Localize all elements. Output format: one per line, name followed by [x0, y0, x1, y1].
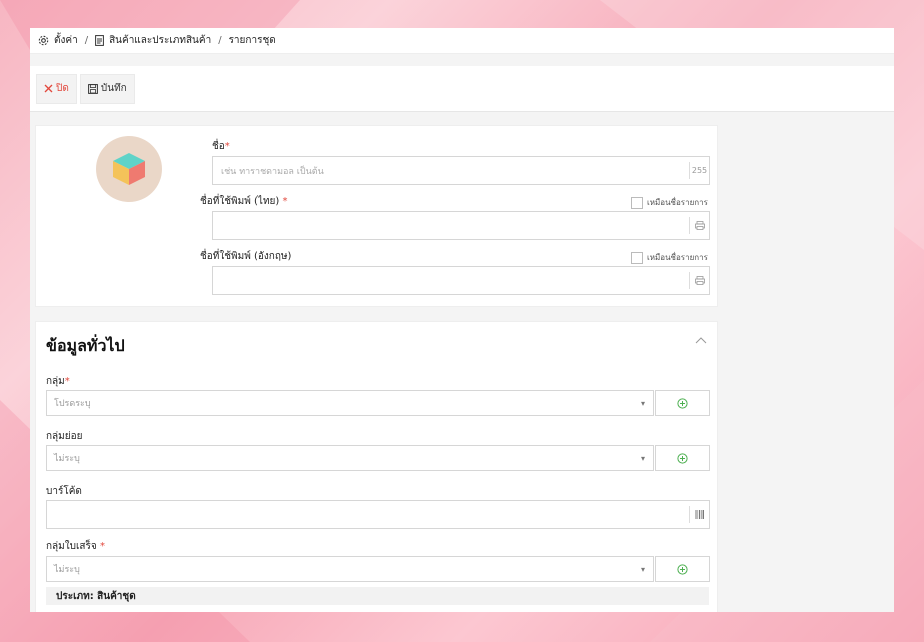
print-name-th-label: ชื่อที่ใช้พิมพ์ (ไทย) * — [200, 196, 288, 207]
chevron-up-icon[interactable] — [695, 336, 707, 344]
breadcrumb-separator: / — [84, 35, 89, 46]
caret-down-icon: ▾ — [640, 565, 645, 574]
breadcrumb-products[interactable]: สินค้าและประเภทสินค้า — [109, 33, 211, 48]
printer-icon — [689, 272, 709, 289]
group-label: กลุ่ม* — [46, 376, 70, 387]
breadcrumb: ตั้งค่า / สินค้าและประเภทสินค้า / รายการ… — [30, 28, 894, 54]
same-as-name-th-checkbox[interactable]: เหมือนชื่อรายการ — [631, 196, 708, 209]
print-name-th-input[interactable] — [212, 211, 710, 240]
print-name-en-input[interactable] — [212, 266, 710, 295]
barcode-input[interactable] — [46, 500, 710, 529]
save-button-label: บันทึก — [100, 83, 127, 94]
floppy-disk-icon — [87, 83, 98, 94]
subgroup-label: กลุ่มย่อย — [46, 431, 83, 442]
product-image-avatar[interactable] — [96, 136, 162, 202]
breadcrumb-separator: / — [218, 35, 222, 46]
caret-down-icon: ▾ — [640, 399, 645, 408]
toolbar: ปิด บันทึก — [30, 66, 894, 112]
name-label: ชื่อ* — [212, 141, 230, 152]
general-info-card: ข้อมูลทั่วไป กลุ่ม* โปรดระบุ ▾ กลุ่มย่อย… — [35, 321, 718, 612]
close-button-label: ปิด — [56, 83, 69, 94]
plus-circle-icon — [677, 397, 688, 409]
close-button[interactable]: ปิด — [36, 73, 77, 104]
gear-icon — [38, 35, 49, 46]
printer-icon — [689, 217, 709, 234]
general-info-title: ข้อมูลทั่วไป — [46, 336, 125, 355]
receipt-group-label: กลุ่มใบเสร็จ * — [46, 541, 105, 552]
group-select[interactable]: โปรดระบุ ▾ — [46, 390, 654, 416]
document-icon — [95, 35, 104, 46]
name-char-limit: 255 — [689, 162, 709, 179]
same-as-name-en-checkbox[interactable]: เหมือนชื่อรายการ — [631, 251, 708, 264]
breadcrumb-settings[interactable]: ตั้งค่า — [54, 33, 78, 48]
name-input[interactable]: เช่น ทาราชดามอล เป็นต้น 255 — [212, 156, 710, 185]
close-icon — [44, 84, 53, 93]
add-receipt-group-button[interactable] — [655, 556, 710, 582]
plus-circle-icon — [677, 563, 688, 575]
plus-circle-icon — [677, 452, 688, 464]
checkbox-box[interactable] — [631, 251, 643, 264]
receipt-group-select[interactable]: ไม่ระบุ ▾ — [46, 556, 654, 582]
product-type-bar: ประเภท: สินค้าชุด — [46, 587, 709, 605]
print-name-en-label: ชื่อที่ใช้พิมพ์ (อังกฤษ) — [200, 251, 292, 262]
save-button[interactable]: บันทึก — [79, 73, 135, 104]
caret-down-icon: ▾ — [640, 454, 645, 463]
checkbox-box[interactable] — [631, 196, 643, 209]
app-window: ตั้งค่า / สินค้าและประเภทสินค้า / รายการ… — [30, 28, 894, 612]
breadcrumb-current: รายการชุด — [228, 35, 276, 46]
product-header-card: ชื่อ* เช่น ทาราชดามอล เป็นต้น 255 ชื่อที… — [35, 125, 718, 307]
barcode-icon — [689, 506, 709, 523]
barcode-label: บาร์โค้ด — [46, 486, 82, 497]
cube-icon — [111, 151, 147, 187]
subgroup-select[interactable]: ไม่ระบุ ▾ — [46, 445, 654, 471]
add-group-button[interactable] — [655, 390, 710, 416]
add-subgroup-button[interactable] — [655, 445, 710, 471]
